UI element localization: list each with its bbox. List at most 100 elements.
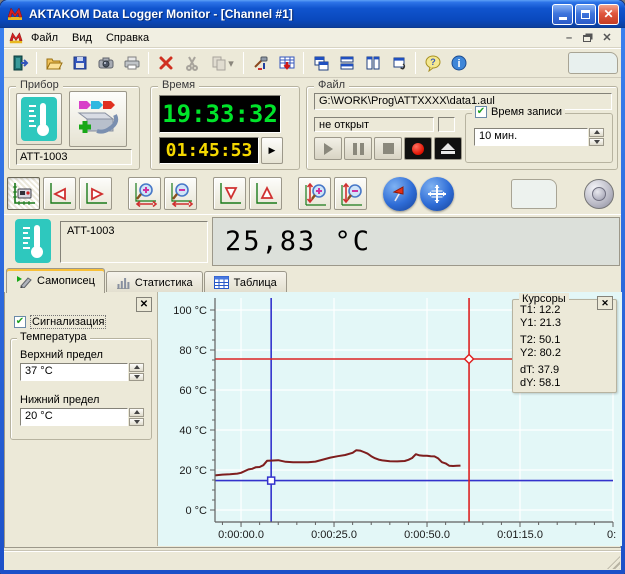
- svg-text:0:: 0:: [607, 529, 616, 541]
- eject-icon: [441, 143, 455, 154]
- record-interval-spinner[interactable]: 10 мин.: [474, 128, 604, 146]
- eject-button[interactable]: [434, 137, 462, 160]
- tile-horizontal-button[interactable]: [334, 51, 359, 75]
- tab-table[interactable]: Таблица: [204, 271, 287, 293]
- cursors-panel-close-button[interactable]: ✕: [597, 296, 613, 310]
- upper-limit-value[interactable]: 37 °C: [20, 363, 128, 381]
- pan-up-button[interactable]: [249, 177, 282, 210]
- spin-down-button[interactable]: [129, 373, 144, 382]
- record-time-checkbox[interactable]: ✔: [475, 106, 487, 118]
- chart-area[interactable]: 0 °C20 °C40 °C60 °C80 °C100 °C0:00:00.00…: [158, 292, 622, 546]
- svg-text:0 °C: 0 °C: [185, 505, 207, 517]
- stop-button[interactable]: [374, 137, 402, 160]
- cut-button-disabled[interactable]: [179, 51, 204, 75]
- close-button[interactable]: ✕: [598, 4, 619, 25]
- record-interval-value[interactable]: 10 мин.: [474, 128, 588, 146]
- help-button[interactable]: ?: [420, 51, 445, 75]
- resize-grip-icon[interactable]: [607, 556, 620, 569]
- snapshot-button[interactable]: [93, 51, 118, 75]
- zoom-x-in-button[interactable]: [128, 177, 161, 210]
- lower-limit-spinner[interactable]: 20 °C: [20, 408, 144, 426]
- lower-limit-value[interactable]: 20 °C: [20, 408, 128, 426]
- menu-view[interactable]: Вид: [65, 30, 99, 46]
- alarm-sidebar: ✕ ✔ Сигнализация Температура Верхний пре…: [5, 292, 158, 546]
- mdi-close-button[interactable]: ✕: [599, 31, 615, 45]
- zoom-x-out-button[interactable]: [164, 177, 197, 210]
- open-file-button[interactable]: [41, 51, 66, 75]
- about-button[interactable]: i: [446, 51, 471, 75]
- menu-bar: Файл Вид Справка – ✕: [4, 28, 621, 48]
- spin-down-button[interactable]: [589, 138, 604, 147]
- cascade-windows-button[interactable]: [308, 51, 333, 75]
- cursors-panel-title: Курсоры: [519, 293, 569, 305]
- center-cursors-button[interactable]: [420, 177, 454, 211]
- pan-up-icon: [253, 181, 279, 207]
- pan-down-button[interactable]: [213, 177, 246, 210]
- settings-button[interactable]: [248, 51, 273, 75]
- spin-down-button[interactable]: [129, 418, 144, 427]
- play-button[interactable]: [314, 137, 342, 160]
- tile-vertical-button[interactable]: [360, 51, 385, 75]
- file-path-field[interactable]: G:\WORK\Prog\ATTXXXX\data1.aul: [314, 93, 612, 110]
- recorder-mode-button[interactable]: [7, 177, 40, 210]
- device-settings-button[interactable]: [16, 93, 62, 145]
- zoom-x-in-icon: [132, 181, 158, 207]
- arrow-up-icon: [134, 365, 140, 369]
- zoom-y-in-button[interactable]: [298, 177, 331, 210]
- tab-statistics-label: Статистика: [135, 277, 193, 289]
- upper-limit-spinner[interactable]: 37 °C: [20, 363, 144, 381]
- tab-statistics[interactable]: Статистика: [106, 271, 203, 293]
- thermometer-icon: [21, 97, 57, 141]
- speaker-icon: [592, 187, 606, 201]
- delete-button[interactable]: [153, 51, 178, 75]
- save-button[interactable]: [67, 51, 92, 75]
- minimize-button[interactable]: [552, 4, 573, 25]
- menu-file[interactable]: Файл: [24, 30, 65, 46]
- menu-help[interactable]: Справка: [99, 30, 156, 46]
- marker-flag-button[interactable]: [383, 177, 417, 211]
- save-floppy-icon: [71, 54, 89, 72]
- tab-table-label: Таблица: [234, 277, 277, 289]
- svg-text:0:00:50.0: 0:00:50.0: [404, 529, 450, 541]
- speaker-button[interactable]: [584, 179, 614, 209]
- pan-right-button[interactable]: [79, 177, 112, 210]
- cursor-y1-value: Y1: 21.3: [520, 317, 609, 330]
- clock-display: 19:33:32: [159, 95, 281, 133]
- transport-controls: [314, 137, 462, 160]
- file-status-field: не открыт: [314, 117, 434, 132]
- reading-row: ATT-1003 25,83 °C: [4, 214, 621, 267]
- toolbar-separator: [148, 52, 149, 74]
- connect-plug-icon: [75, 97, 121, 141]
- mdi-close-icon: ✕: [602, 31, 611, 44]
- check-icon: ✔: [477, 107, 485, 117]
- crosshair-icon: [426, 183, 448, 205]
- cursor-t2-value: T2: 50.1: [520, 334, 609, 347]
- spin-up-button[interactable]: [129, 408, 144, 417]
- zoom-y-out-button[interactable]: [334, 177, 367, 210]
- pan-left-button[interactable]: [43, 177, 76, 210]
- mdi-minimize-button[interactable]: –: [561, 31, 577, 45]
- arrange-icons-button[interactable]: [386, 51, 411, 75]
- print-button[interactable]: [119, 51, 144, 75]
- pause-button[interactable]: [344, 137, 372, 160]
- copy-icon: [210, 54, 228, 72]
- export-data-button[interactable]: [274, 51, 299, 75]
- close-icon: ✕: [601, 298, 609, 309]
- printer-icon: [123, 54, 141, 72]
- exit-button[interactable]: [7, 51, 32, 75]
- maximize-button[interactable]: [575, 4, 596, 25]
- connect-device-button[interactable]: [69, 91, 127, 147]
- time-mode-button[interactable]: ▶: [261, 137, 283, 164]
- spin-up-button[interactable]: [589, 128, 604, 137]
- spin-up-button[interactable]: [129, 363, 144, 372]
- sidebar-close-button[interactable]: ✕: [136, 297, 152, 312]
- record-button[interactable]: [404, 137, 432, 160]
- toolbar-separator: [243, 52, 244, 74]
- mdi-restore-button[interactable]: [580, 31, 596, 45]
- record-time-group: ✔ Время записи 10 мин.: [465, 113, 613, 163]
- alarm-checkbox[interactable]: ✔: [14, 316, 26, 328]
- copy-button-disabled[interactable]: ▾: [205, 51, 239, 75]
- play-icon: [324, 143, 333, 155]
- zoom-y-in-icon: [302, 181, 328, 207]
- tab-recorder[interactable]: Самописец: [6, 268, 105, 293]
